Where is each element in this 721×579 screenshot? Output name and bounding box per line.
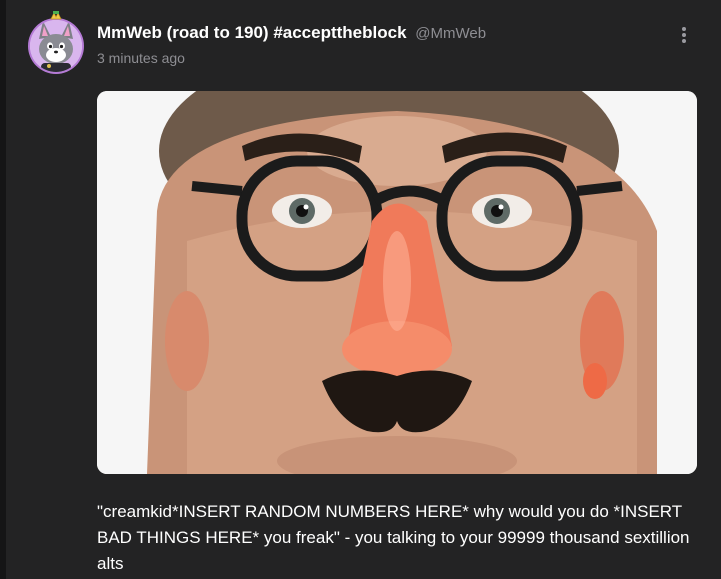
post-media-image[interactable] [97,91,697,474]
author-display-name[interactable]: MmWeb (road to 190) #accepttheblock [97,23,407,42]
photo-illustration [97,91,697,474]
author-avatar[interactable] [27,11,85,74]
avatar-image [28,11,84,74]
post-body-text: "creamkid*INSERT RANDOM NUMBERS HERE* wh… [97,502,695,573]
author-name-line: MmWeb (road to 190) #accepttheblock @MmW… [97,22,486,45]
more-vertical-icon[interactable] [676,24,692,46]
post-timestamp[interactable]: 3 minutes ago [97,50,486,66]
author-handle[interactable]: @MmWeb [415,25,486,42]
post-header: MmWeb (road to 190) #accepttheblock @MmW… [97,22,486,66]
